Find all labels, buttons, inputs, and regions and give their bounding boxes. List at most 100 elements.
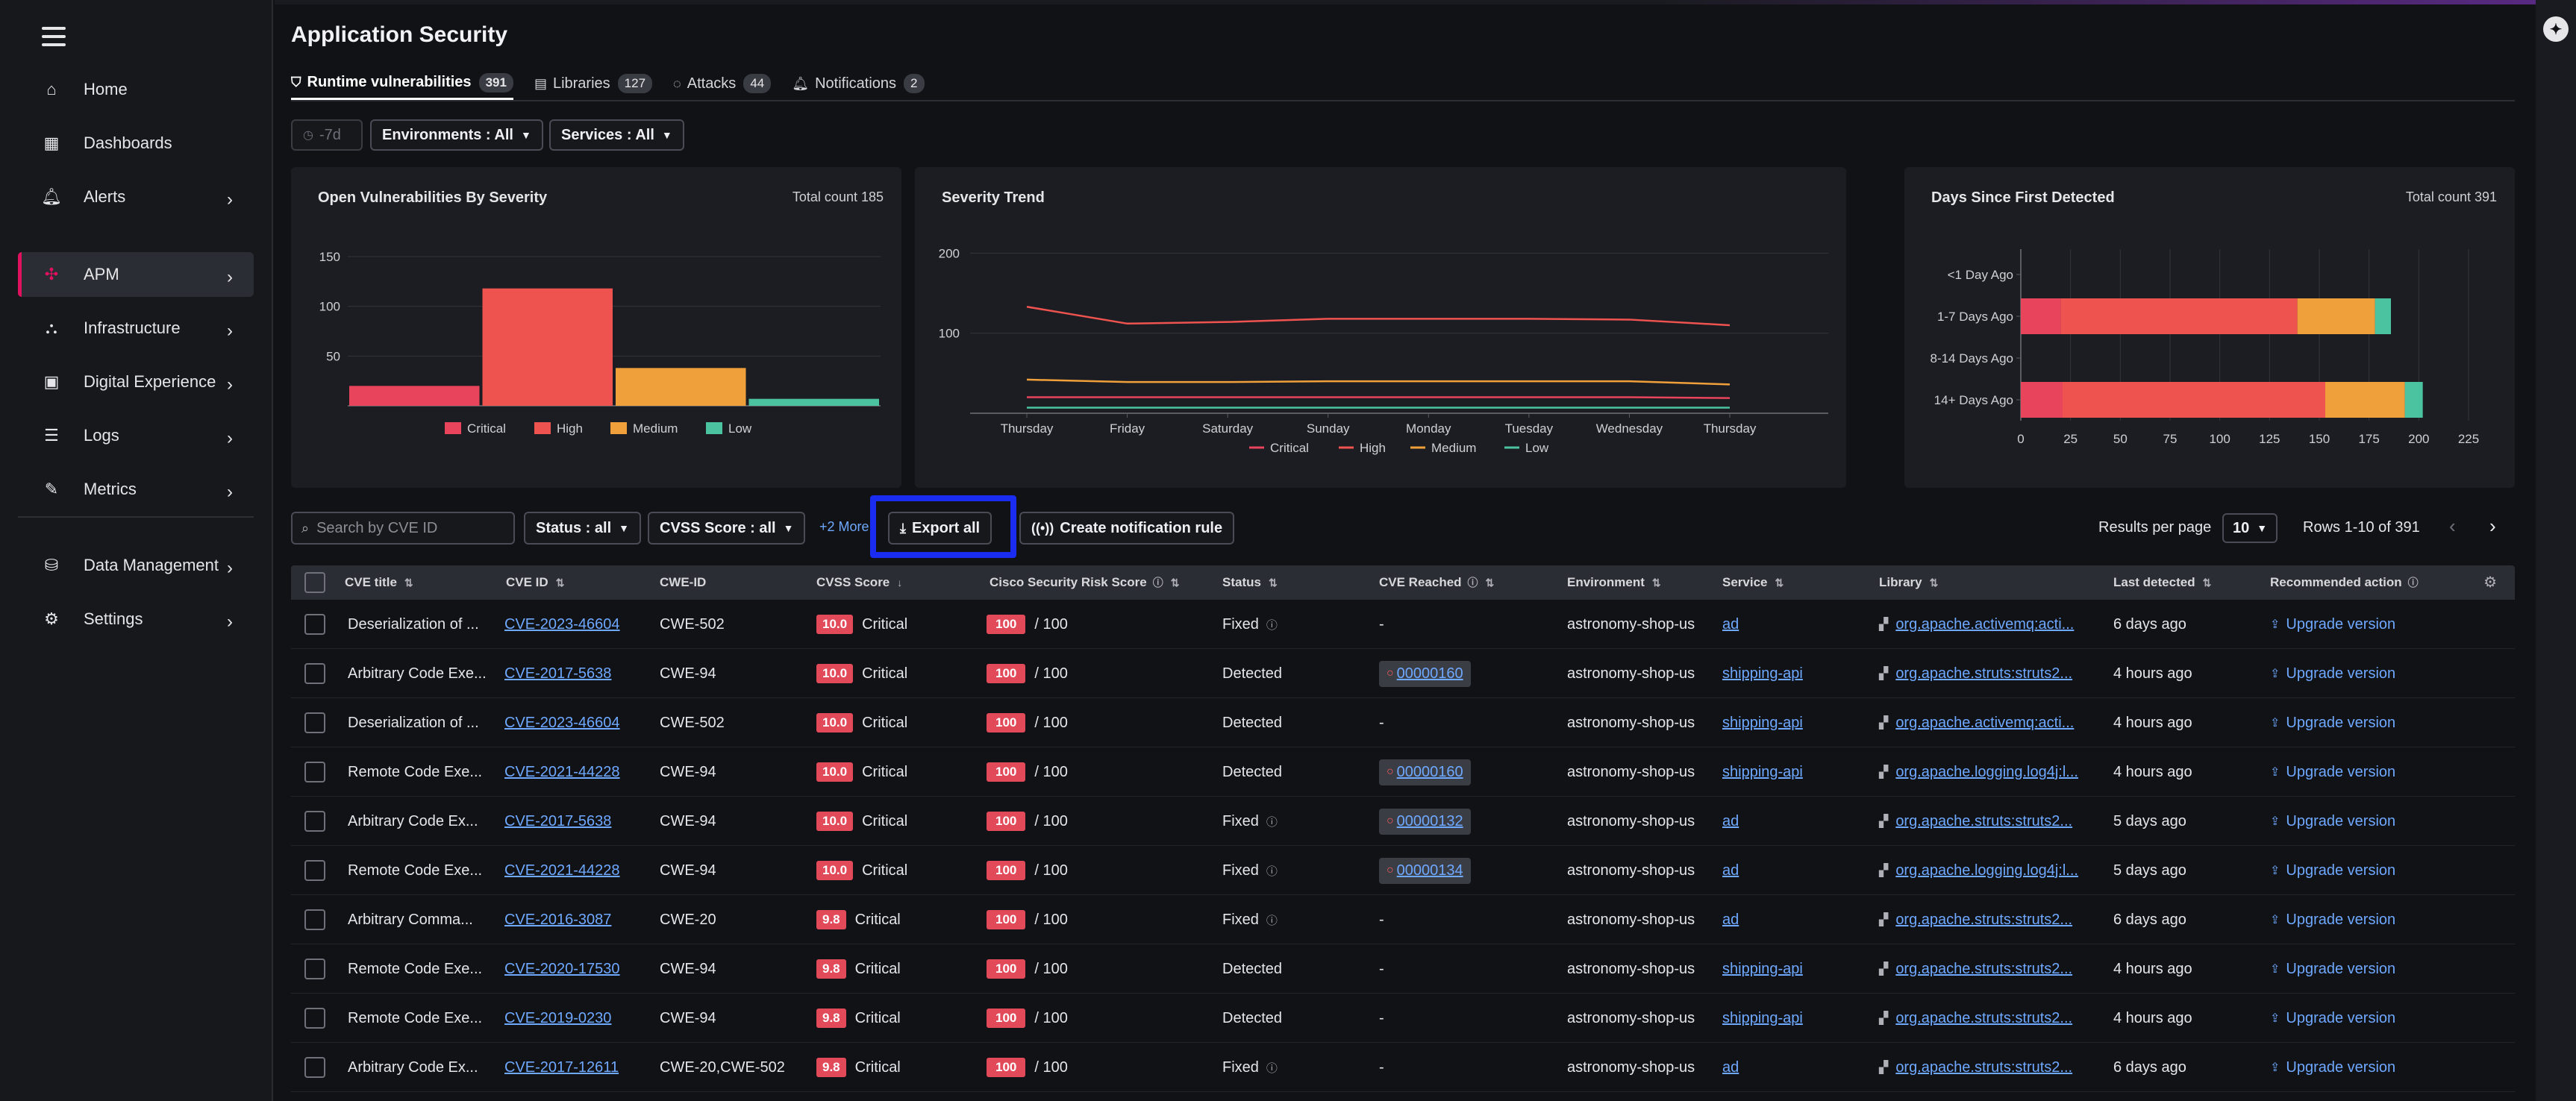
upgrade-version-link[interactable]: ⇪ Upgrade version [2270,813,2395,830]
sidebar-item-data-management[interactable]: ⛁ Data Management › [18,543,254,588]
select-all-checkbox[interactable] [304,572,325,593]
service-link[interactable]: shipping-api [1722,715,1803,732]
row-checkbox[interactable] [304,663,325,684]
row-checkbox[interactable] [304,860,325,881]
library-link[interactable]: org.apache.struts:struts2... [1895,961,2072,978]
cve-id-link[interactable]: CVE-2017-5638 [504,665,611,683]
service-link[interactable]: shipping-api [1722,665,1803,683]
library-link[interactable]: org.apache.struts:struts2... [1895,1059,2072,1076]
service-link[interactable]: shipping-api [1722,764,1803,781]
column-header-last-detected[interactable]: Last detected ⇅ [2113,565,2211,600]
upgrade-version-link[interactable]: ⇪ Upgrade version [2270,665,2395,683]
service-link[interactable]: shipping-api [1722,961,1803,978]
sort-icon[interactable]: ↓ [897,577,902,589]
upgrade-version-link[interactable]: ⇪ Upgrade version [2270,1010,2395,1027]
row-checkbox[interactable] [304,712,325,733]
cve-reached-link[interactable]: 00000134 [1397,862,1463,879]
table-row[interactable]: Deserialization of ... CVE-2023-46604 CWE-… [291,600,2515,649]
sort-icon[interactable]: ⇅ [1775,577,1784,589]
cve-reached-link[interactable]: 00000160 [1397,764,1463,781]
sidebar-item-dashboards[interactable]: ▦ Dashboards [18,121,254,166]
table-row[interactable]: Remote Code Exe... CVE-2021-44228 CWE-94 10… [291,747,2515,797]
column-header-recommended-action[interactable]: Recommended action ⓘ [2270,565,2419,600]
hamburger-menu-icon[interactable] [42,27,66,48]
upgrade-version-link[interactable]: ⇪ Upgrade version [2270,1059,2395,1076]
row-checkbox[interactable] [304,762,325,782]
row-checkbox[interactable] [304,614,325,635]
cve-id-link[interactable]: CVE-2021-44228 [504,764,620,781]
column-header-status[interactable]: Status ⇅ [1222,565,1278,600]
table-row[interactable]: Arbitrary Code Ex... CVE-2017-12611 CWE-20… [291,1043,2515,1092]
upgrade-version-link[interactable]: ⇪ Upgrade version [2270,715,2395,732]
cve-id-link[interactable]: CVE-2017-12611 [504,1059,619,1076]
tab-attacks[interactable]: ◌ Attacks 44 [673,67,772,100]
cve-reached-chip[interactable]: ○ 00000132 [1379,808,1471,835]
library-link[interactable]: org.apache.activemq:acti... [1895,715,2074,732]
library-link[interactable]: org.apache.struts:struts2... [1895,665,2072,683]
service-link[interactable]: ad [1722,616,1739,633]
library-link[interactable]: org.apache.struts:struts2... [1895,813,2072,830]
cve-id-link[interactable]: CVE-2023-46604 [504,616,620,633]
column-header-cisco-security-risk-score[interactable]: Cisco Security Risk Score ⓘ ⇅ [990,565,1179,600]
upgrade-version-link[interactable]: ⇪ Upgrade version [2270,961,2395,978]
column-header-environment[interactable]: Environment ⇅ [1567,565,1661,600]
cve-reached-chip[interactable]: ○ 00000160 [1379,759,1471,785]
cve-reached-link[interactable]: 00000160 [1397,665,1463,683]
sidebar-item-metrics[interactable]: ✎ Metrics › [18,467,254,512]
service-link[interactable]: ad [1722,813,1739,830]
tab-runtime-vulnerabilities[interactable]: ⛉ Runtime vulnerabilities 391 [291,67,513,100]
search-input[interactable]: ⌕ Search by CVE ID [291,512,515,545]
sort-icon[interactable]: ⇅ [1269,577,1278,589]
environments-filter[interactable]: Environments : All ▼ [370,119,543,151]
gear-icon[interactable]: ⚙ [2483,573,2497,592]
upgrade-version-link[interactable]: ⇪ Upgrade version [2270,912,2395,929]
cve-id-link[interactable]: CVE-2019-0230 [504,1010,611,1027]
library-link[interactable]: org.apache.struts:struts2... [1895,912,2072,929]
service-link[interactable]: shipping-api [1722,1010,1803,1027]
column-header-library[interactable]: Library ⇅ [1879,565,1938,600]
assistant-icon[interactable]: ✦ [2543,16,2569,42]
sidebar-item-logs[interactable]: ☰ Logs › [18,413,254,458]
sidebar-item-settings[interactable]: ⚙ Settings › [18,597,254,642]
cve-id-link[interactable]: CVE-2020-17530 [504,961,620,978]
cve-id-link[interactable]: CVE-2016-3087 [504,912,611,929]
sort-icon[interactable]: ⇅ [404,577,413,589]
upgrade-version-link[interactable]: ⇪ Upgrade version [2270,764,2395,781]
cve-reached-chip[interactable]: ○ 00000160 [1379,660,1471,687]
service-link[interactable]: ad [1722,862,1739,879]
row-checkbox[interactable] [304,959,325,979]
cve-id-link[interactable]: CVE-2023-46604 [504,715,620,732]
sort-icon[interactable]: ⇅ [1171,577,1180,589]
sort-icon[interactable]: ⇅ [2203,577,2212,589]
table-row[interactable]: Arbitrary Code Ex... CVE-2017-5638 CWE-94 1… [291,797,2515,846]
tab-notifications[interactable]: 🔔︎ Notifications 2 [792,67,925,100]
column-header-cwe-id[interactable]: CWE-ID [660,565,706,600]
table-row[interactable]: Arbitrary Comma... CVE-2016-3087 CWE-20 9.8… [291,895,2515,944]
service-link[interactable]: ad [1722,1059,1739,1076]
cve-reached-link[interactable]: 00000132 [1397,813,1463,830]
cvss-filter[interactable]: CVSS Score : all ▼ [648,512,806,545]
column-header-cve-id[interactable]: CVE ID ⇅ [506,565,564,600]
table-row[interactable]: Remote Code Exe... CVE-2019-0230 CWE-94 9.8… [291,994,2515,1043]
column-header-cve-title[interactable]: CVE title ⇅ [345,565,413,600]
prev-page-icon[interactable]: ‹ [2449,515,2456,538]
status-filter[interactable]: Status : all ▼ [524,512,641,545]
cve-reached-chip[interactable]: ○ 00000134 [1379,857,1471,884]
column-header-cvss-score[interactable]: CVSS Score ↓ [816,565,902,600]
services-filter[interactable]: Services : All ▼ [549,119,684,151]
column-header-service[interactable]: Service ⇅ [1722,565,1783,600]
row-checkbox[interactable] [304,909,325,930]
table-row[interactable]: Remote Code Exe... CVE-2021-44228 CWE-94 10… [291,846,2515,895]
sort-icon[interactable]: ⇅ [1486,577,1495,589]
time-range-picker[interactable]: ◷ -7d [291,119,363,151]
sort-icon[interactable]: ⇅ [1930,577,1939,589]
library-link[interactable]: org.apache.activemq:acti... [1895,616,2074,633]
library-link[interactable]: org.apache.logging.log4j:l... [1895,862,2078,879]
table-row[interactable]: Remote Code Exe... CVE-2020-17530 CWE-94 9.… [291,944,2515,994]
sidebar-item-apm[interactable]: ✣ APM › [18,252,254,297]
sort-icon[interactable]: ⇅ [556,577,565,589]
create-notification-rule-button[interactable]: ((•)) Create notification rule [1019,512,1235,545]
sort-icon[interactable]: ⇅ [1652,577,1661,589]
row-checkbox[interactable] [304,1057,325,1078]
cve-id-link[interactable]: CVE-2021-44228 [504,862,620,879]
